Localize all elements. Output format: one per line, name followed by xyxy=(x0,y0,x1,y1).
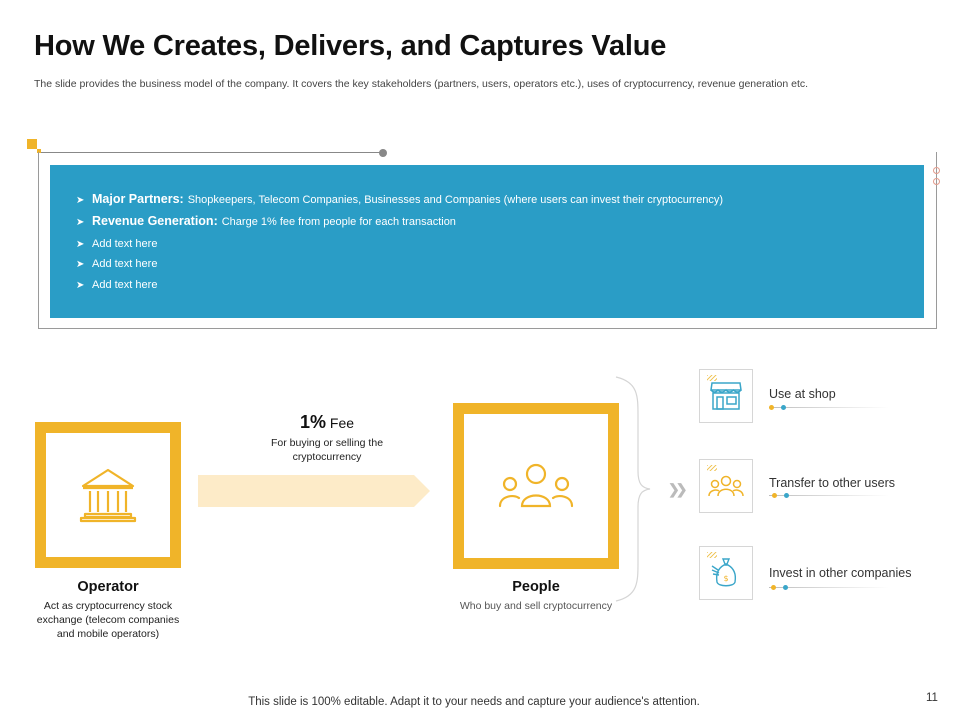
use-card-shop xyxy=(699,369,753,423)
fee-description: For buying or selling the cryptocurrency xyxy=(270,437,384,464)
ring-decoration-top xyxy=(933,167,940,174)
users-icon xyxy=(498,463,574,508)
use-label-invest: Invest in other companies xyxy=(769,566,912,580)
hatch-decoration xyxy=(707,552,717,558)
use-label-transfer: Transfer to other users xyxy=(769,476,895,490)
users-group-icon xyxy=(708,475,744,497)
use-dot-teal xyxy=(784,493,789,498)
arrow-bullet-icon: ➤ xyxy=(76,195,85,206)
use-card-invest: $ xyxy=(699,546,753,600)
people-title: People xyxy=(512,579,560,595)
operator-box xyxy=(35,422,181,568)
footer-note: This slide is 100% editable. Adapt it to… xyxy=(248,696,700,708)
flow-arrow-band xyxy=(198,475,430,507)
bank-icon xyxy=(79,468,137,523)
svg-text:$: $ xyxy=(723,574,728,583)
money-bag-icon: $ xyxy=(711,558,737,587)
use-dot-orange xyxy=(769,405,774,410)
bullet-placeholder-2: ➤ Add text here xyxy=(76,258,924,270)
use-dot-orange xyxy=(772,493,777,498)
fee-percent: 1% xyxy=(299,412,326,432)
page-number: 11 xyxy=(926,692,938,704)
hatch-decoration xyxy=(707,465,717,471)
bullet-major-partners: ➤ Major Partners: Shopkeepers, Telecom C… xyxy=(76,192,924,207)
bullet-text: Add text here xyxy=(92,237,158,250)
use-dot-teal xyxy=(781,405,786,410)
bullet-placeholder-1: ➤ Add text here xyxy=(76,238,924,250)
slide-subtitle: The slide provides the business model of… xyxy=(34,78,809,90)
arrow-bullet-icon: ➤ xyxy=(76,279,85,291)
bullet-heading: Revenue Generation: xyxy=(92,214,218,229)
operator-title: Operator xyxy=(77,579,139,595)
double-chevron-right-icon: ❯❯ xyxy=(668,481,688,497)
arrow-bullet-icon: ➤ xyxy=(76,238,85,250)
use-card-transfer xyxy=(699,459,753,513)
use-label-shop: Use at shop xyxy=(769,387,836,401)
curly-brace xyxy=(615,376,651,602)
people-description: Who buy and sell cryptocurrency xyxy=(459,600,613,612)
arrow-bullet-icon: ➤ xyxy=(76,259,85,271)
arrow-bullet-icon: ➤ xyxy=(76,217,85,229)
corner-square-accent xyxy=(27,139,37,149)
bullet-heading: Major Partners: xyxy=(92,192,184,206)
bullet-text: Add text here xyxy=(92,258,158,271)
fee-title: 1% Fee xyxy=(262,412,392,433)
slide-title: How We Creates, Delivers, and Captures V… xyxy=(34,30,667,62)
shop-icon xyxy=(710,382,742,410)
ring-decoration-bottom xyxy=(933,178,940,185)
use-underline xyxy=(769,407,889,408)
bullet-text: Add text here xyxy=(92,278,158,291)
bullet-placeholder-3: ➤ Add text here xyxy=(76,279,924,291)
fee-label: Fee xyxy=(329,415,355,431)
bullet-revenue-generation: ➤ Revenue Generation: Charge 1% fee from… xyxy=(76,214,924,229)
use-dot-orange xyxy=(771,585,776,590)
info-box: ➤ Major Partners: Shopkeepers, Telecom C… xyxy=(50,165,924,318)
use-dot-teal xyxy=(783,585,788,590)
operator-description: Act as cryptocurrency stock exchange (te… xyxy=(36,600,180,641)
bullet-text: Shopkeepers, Telecom Companies, Business… xyxy=(187,194,724,206)
people-box xyxy=(453,403,619,569)
hatch-decoration xyxy=(707,375,717,381)
bullet-text: Charge 1% fee from people for each trans… xyxy=(221,216,456,229)
